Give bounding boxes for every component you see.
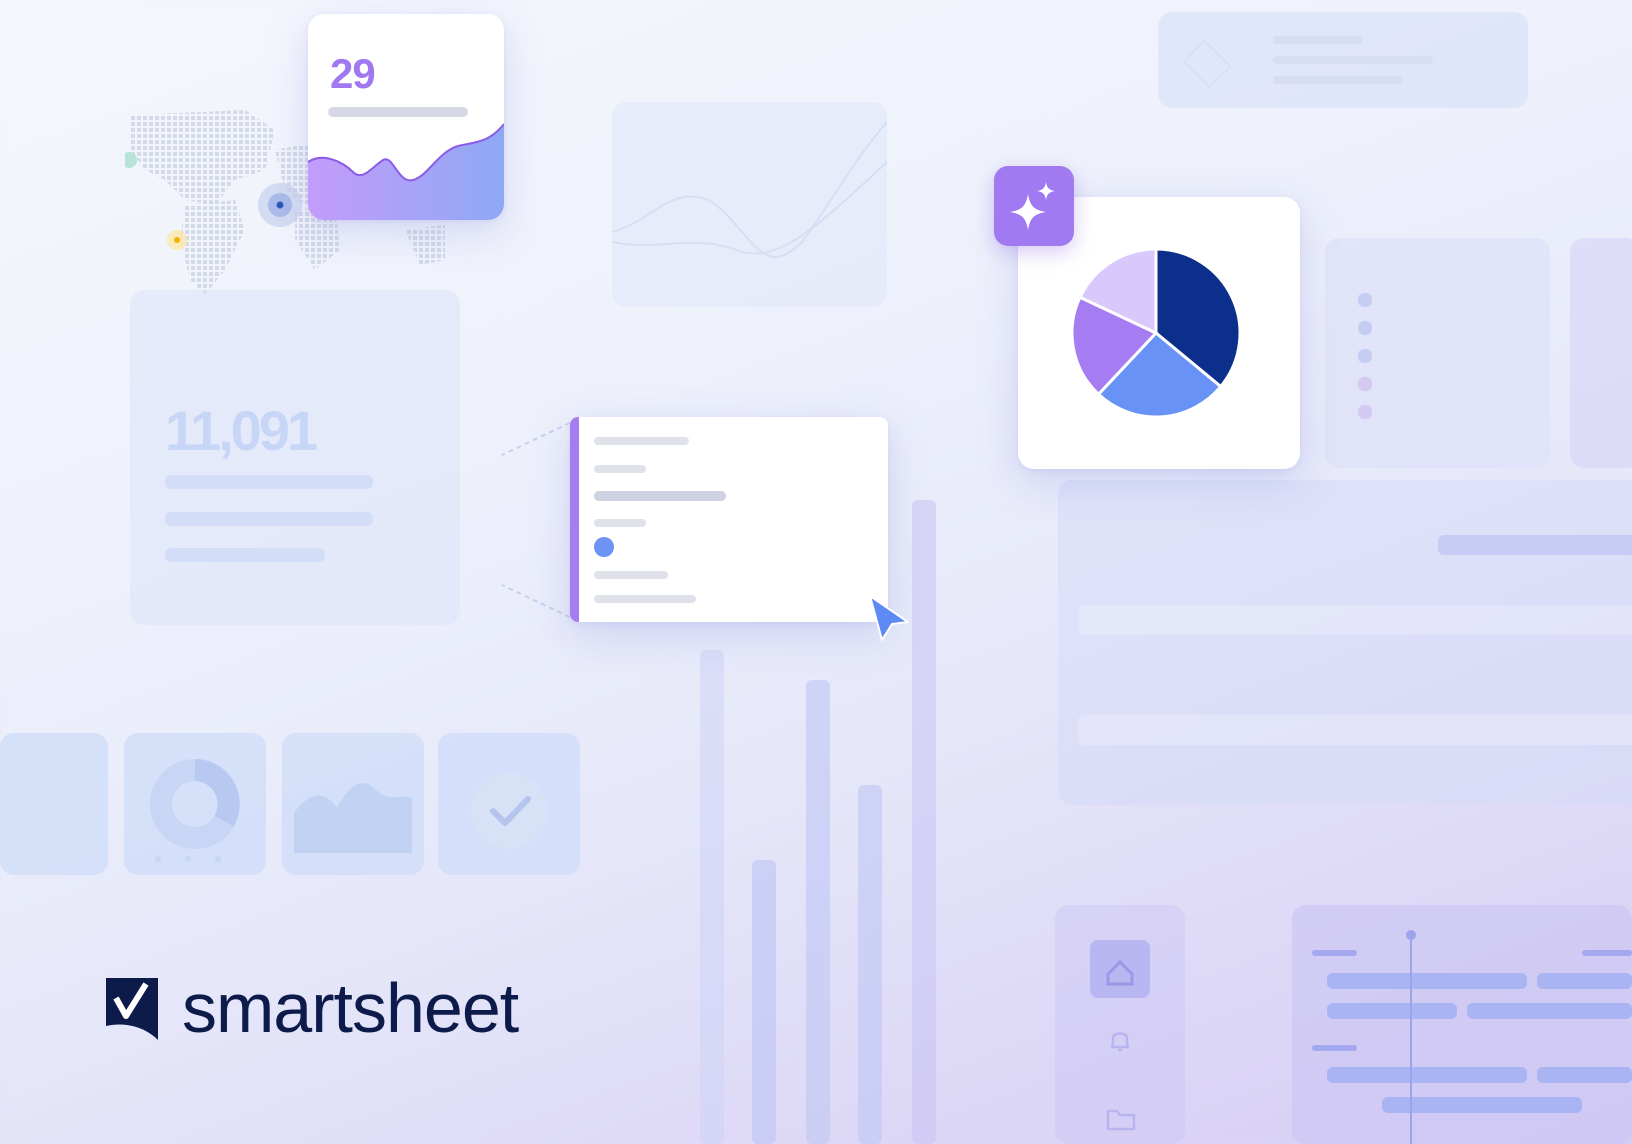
top-right-tile (1158, 12, 1528, 108)
ai-badge[interactable] (994, 166, 1074, 246)
list-tile (0, 733, 108, 875)
bell-icon[interactable] (1105, 1025, 1135, 1055)
line-chart-panel (611, 102, 888, 307)
stat-line (165, 475, 373, 489)
metric-card[interactable]: 29 (308, 14, 504, 220)
form-line (594, 519, 646, 527)
metric-value: 29 (330, 50, 376, 97)
area-chart (294, 782, 412, 853)
check-tile (438, 733, 580, 875)
form-line (594, 465, 646, 473)
form-card[interactable] (570, 417, 888, 622)
smartsheet-check-logo-icon (106, 978, 158, 1040)
diamond-pattern-icon (1182, 39, 1232, 89)
form-line (594, 437, 689, 445)
bar-column (806, 680, 830, 1144)
line-chart-graph (611, 121, 888, 258)
form-line (594, 491, 726, 501)
stat-value: 11,091 (165, 399, 318, 462)
home-icon[interactable] (1090, 940, 1150, 998)
metric-wave-chart (308, 123, 504, 220)
smartsheet-logo[interactable]: smartsheet (106, 968, 519, 1048)
sparkles-icon (1010, 182, 1055, 230)
bar-column (858, 785, 882, 1144)
right-panel-chart (1570, 238, 1632, 468)
pie-chart (1070, 247, 1242, 419)
bar-column (912, 500, 936, 1144)
area-chart-tile (282, 733, 424, 875)
folder-icon[interactable] (1105, 1105, 1137, 1133)
pointer-cursor-icon (869, 595, 909, 641)
gantt-panel (1292, 905, 1632, 1144)
form-line (594, 571, 668, 579)
form-accent-bar (570, 417, 579, 622)
bar-column (752, 860, 776, 1144)
connector-lines (501, 418, 579, 622)
sidebar (1055, 905, 1185, 1144)
form-line (594, 595, 696, 603)
bar-column (700, 650, 724, 1144)
right-panel-list (1325, 238, 1550, 468)
donut-chart (150, 759, 240, 862)
stat-line (165, 512, 373, 526)
stat-line (165, 548, 325, 562)
brand-name: smartsheet (182, 969, 519, 1047)
donut-chart-tile (124, 733, 266, 875)
radio-button[interactable] (594, 537, 614, 557)
table-panel (1058, 480, 1632, 805)
check-icon (471, 773, 547, 849)
